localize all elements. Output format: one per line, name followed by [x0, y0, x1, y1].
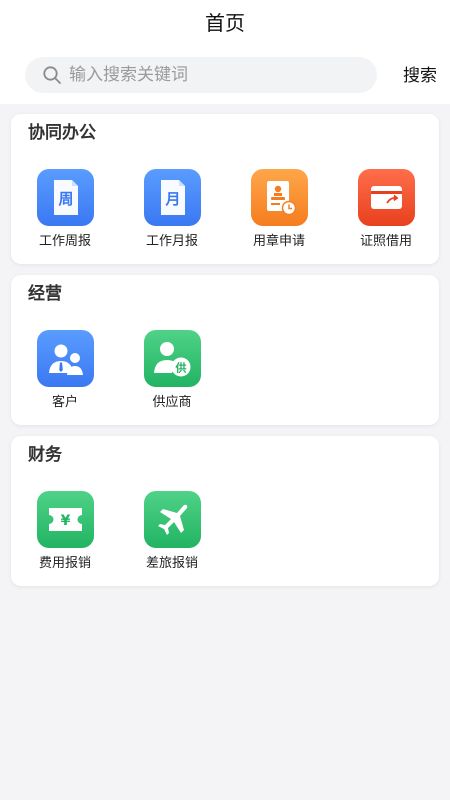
expense-ticket-icon: ¥: [37, 491, 94, 548]
section-title: 财务: [28, 445, 62, 465]
tile-expense-reimbursement[interactable]: ¥ 费用报销: [20, 491, 110, 581]
tile-monthly-report[interactable]: 月 工作月报: [127, 169, 217, 259]
tile-label: 费用报销: [38, 556, 91, 571]
svg-text:¥: ¥: [61, 513, 71, 529]
tile-label: 供应商: [152, 395, 192, 410]
section-collaboration: 协同办公 周 工作周报 月 工作月报 用章申请 证照借用: [11, 114, 439, 264]
tile-label: 工作月报: [145, 234, 198, 249]
tile-seal-request[interactable]: 用章申请: [234, 169, 324, 259]
search-button[interactable]: 搜索: [395, 62, 445, 90]
svg-text:周: 周: [58, 190, 73, 208]
weekly-report-icon: 周: [37, 169, 94, 226]
top-bar: 首页 搜索: [0, 0, 450, 104]
tile-travel-reimbursement[interactable]: 差旅报销: [127, 491, 217, 581]
seal-request-icon: [251, 169, 308, 226]
section-finance: 财务 ¥ 费用报销 差旅报销: [11, 436, 439, 586]
tile-label: 证照借用: [359, 234, 412, 249]
tile-label: 差旅报销: [145, 556, 198, 571]
tile-license-borrow[interactable]: 证照借用: [341, 169, 431, 259]
search-box[interactable]: [25, 57, 377, 93]
tile-label: 用章申请: [252, 234, 305, 249]
tile-customer[interactable]: 客户: [20, 330, 110, 420]
svg-text:供: 供: [175, 361, 187, 375]
search-input[interactable]: [69, 57, 369, 93]
page-title: 首页: [205, 11, 245, 35]
license-borrow-icon: [358, 169, 415, 226]
tile-label: 客户: [51, 395, 78, 410]
section-business: 经营 客户 供 供应商: [11, 275, 439, 425]
tile-weekly-report[interactable]: 周 工作周报: [20, 169, 110, 259]
supplier-icon: 供: [144, 330, 201, 387]
svg-text:月: 月: [164, 190, 180, 208]
travel-plane-icon: [144, 491, 201, 548]
customer-icon: [37, 330, 94, 387]
monthly-report-icon: 月: [144, 169, 201, 226]
section-title: 经营: [28, 284, 62, 304]
tile-supplier[interactable]: 供 供应商: [127, 330, 217, 420]
search-icon: [43, 66, 61, 84]
section-title: 协同办公: [28, 123, 96, 143]
tile-label: 工作周报: [38, 234, 91, 249]
